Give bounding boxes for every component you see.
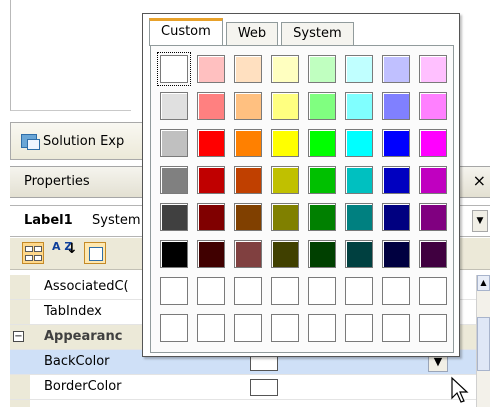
color-swatch[interactable] [271, 277, 299, 305]
color-swatch[interactable] [308, 55, 336, 83]
property-name: AssociatedC( [44, 279, 129, 294]
color-swatch[interactable] [197, 166, 225, 194]
color-swatch[interactable] [271, 166, 299, 194]
color-swatch[interactable] [419, 240, 447, 268]
color-swatch[interactable] [234, 314, 262, 342]
color-swatch[interactable] [197, 240, 225, 268]
color-swatch[interactable] [345, 277, 373, 305]
document-area [10, 0, 131, 111]
color-swatch[interactable] [382, 166, 410, 194]
solution-explorer-tab[interactable]: Solution Exp [10, 122, 150, 160]
color-swatch[interactable] [382, 277, 410, 305]
property-name: Appearanc [44, 329, 123, 344]
color-swatch[interactable] [382, 203, 410, 231]
color-swatch[interactable] [419, 166, 447, 194]
property-row[interactable]: BorderColor [10, 375, 476, 400]
color-swatch[interactable] [419, 129, 447, 157]
property-name: BackColor [44, 354, 110, 369]
color-swatch[interactable] [382, 92, 410, 120]
color-swatch[interactable] [308, 129, 336, 157]
properties-button[interactable] [84, 242, 106, 264]
alphabetical-button[interactable]: A Z ↓ [52, 241, 78, 264]
close-icon[interactable]: × [473, 171, 486, 190]
color-swatch[interactable] [382, 314, 410, 342]
color-swatch[interactable] [382, 240, 410, 268]
chevron-down-icon[interactable]: ▼ [472, 210, 488, 232]
color-swatch[interactable] [308, 277, 336, 305]
custom-color-palette [150, 45, 454, 353]
color-swatch[interactable] [234, 277, 262, 305]
color-swatch[interactable] [419, 55, 447, 83]
object-name: Label1 [24, 213, 73, 228]
color-swatch[interactable] [157, 52, 191, 86]
color-swatch[interactable] [382, 55, 410, 83]
color-swatch[interactable] [271, 129, 299, 157]
color-swatch[interactable] [160, 240, 188, 268]
color-swatch[interactable] [419, 92, 447, 120]
color-swatch[interactable] [271, 92, 299, 120]
color-swatch[interactable] [271, 314, 299, 342]
color-swatch[interactable] [345, 203, 373, 231]
grid-scrollbar[interactable]: ▲ [476, 275, 490, 407]
color-swatch[interactable] [345, 166, 373, 194]
color-swatch[interactable] [160, 166, 188, 194]
collapse-icon[interactable]: − [13, 331, 24, 342]
color-swatch[interactable] [160, 129, 188, 157]
color-swatch[interactable] [308, 203, 336, 231]
color-swatch[interactable] [197, 129, 225, 157]
color-picker-popup: Custom Web System [142, 13, 460, 357]
tab-web[interactable]: Web [225, 22, 279, 46]
color-swatch[interactable] [419, 314, 447, 342]
color-swatch[interactable] [382, 129, 410, 157]
color-swatch[interactable] [271, 240, 299, 268]
color-swatch[interactable] [234, 166, 262, 194]
object-type: System [92, 213, 141, 228]
color-swatch[interactable] [234, 55, 262, 83]
color-swatch[interactable] [419, 203, 447, 231]
color-swatch[interactable] [197, 277, 225, 305]
color-swatch[interactable] [160, 92, 188, 120]
color-swatch[interactable] [234, 203, 262, 231]
solution-explorer-label: Solution Exp [43, 133, 125, 149]
solution-explorer-icon [21, 133, 40, 150]
color-swatch[interactable] [197, 314, 225, 342]
color-swatch[interactable] [345, 129, 373, 157]
color-swatch[interactable] [197, 203, 225, 231]
color-swatch[interactable] [271, 203, 299, 231]
color-swatch[interactable] [160, 314, 188, 342]
property-name: TabIndex [44, 304, 102, 319]
color-swatch[interactable] [345, 314, 373, 342]
scroll-up-button[interactable]: ▲ [477, 275, 490, 291]
color-swatch[interactable] [345, 92, 373, 120]
color-picker-tabs: Custom Web System [149, 18, 357, 46]
property-name: BorderColor [44, 379, 122, 394]
color-swatch[interactable] [197, 55, 225, 83]
color-swatch[interactable] [234, 240, 262, 268]
scroll-thumb[interactable] [477, 317, 490, 371]
properties-icon [89, 247, 103, 261]
color-swatch[interactable] [419, 277, 447, 305]
tab-custom[interactable]: Custom [149, 18, 223, 46]
color-swatch[interactable] [197, 92, 225, 120]
color-swatch[interactable] [160, 277, 188, 305]
color-swatch[interactable] [234, 92, 262, 120]
color-swatch[interactable] [308, 240, 336, 268]
color-swatch[interactable] [308, 166, 336, 194]
color-swatch[interactable] [345, 55, 373, 83]
categorized-button[interactable] [22, 242, 44, 264]
tab-system[interactable]: System [281, 22, 354, 46]
color-swatch[interactable] [308, 92, 336, 120]
color-swatch[interactable] [345, 240, 373, 268]
color-swatch[interactable] [271, 55, 299, 83]
color-value-swatch [250, 379, 278, 396]
color-swatch[interactable] [234, 129, 262, 157]
color-swatch[interactable] [160, 203, 188, 231]
properties-title: Properties [24, 174, 90, 189]
color-swatch[interactable] [308, 314, 336, 342]
mouse-cursor-icon [451, 376, 469, 403]
